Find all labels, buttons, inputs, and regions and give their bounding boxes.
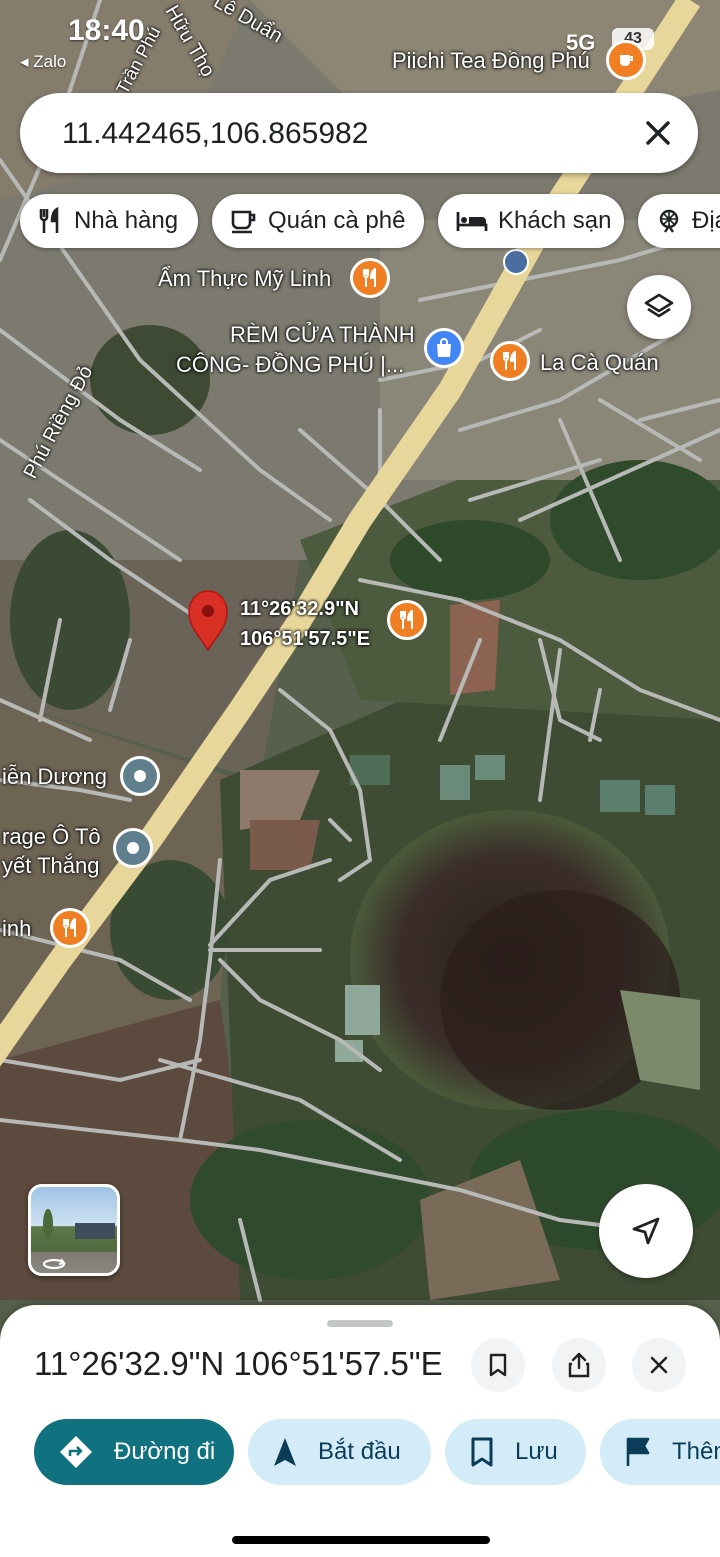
restaurant-icon: [39, 207, 59, 233]
cup-icon[interactable]: [606, 40, 646, 80]
chip-attractions[interactable]: Địa: [638, 194, 720, 248]
bookmark-icon: [471, 1437, 493, 1467]
status-time: 18:40: [68, 14, 145, 47]
search-input[interactable]: [60, 113, 624, 155]
pin-latitude-label: 11°26'32.9"N: [240, 598, 359, 620]
home-indicator: [232, 1536, 490, 1544]
poi-label-rem-cua-line2[interactable]: CÔNG- ĐỒNG PHÚ |...: [176, 352, 404, 378]
place-icon[interactable]: [120, 756, 160, 796]
start-button[interactable]: Bắt đầu: [248, 1419, 431, 1485]
poi-label-garage-line1[interactable]: rage Ô Tô: [2, 824, 101, 850]
save-button[interactable]: Lưu: [445, 1419, 586, 1485]
navigation-arrow-icon: [632, 1217, 660, 1245]
chip-label: Quán cà phê: [268, 207, 406, 234]
more-button[interactable]: Thêm: [600, 1419, 720, 1485]
rotate-360-icon: [42, 1258, 66, 1270]
place-icon[interactable]: [113, 828, 153, 868]
bookmark-icon: [489, 1353, 507, 1377]
shopping-bag-icon[interactable]: [424, 328, 464, 368]
poi-label-garage-line2[interactable]: yết Thắng: [2, 853, 99, 879]
chip-label: Địa: [692, 207, 720, 234]
attraction-icon: [659, 209, 679, 233]
poi-label-dien-duong[interactable]: iễn Dương: [2, 764, 107, 790]
save-icon-button[interactable]: [471, 1338, 525, 1392]
poi-label-la-ca-quan[interactable]: La Cà Quán: [540, 350, 659, 376]
action-label: Thêm: [672, 1438, 720, 1465]
layers-icon: [644, 293, 674, 318]
action-label: Bắt đầu: [318, 1438, 401, 1465]
chip-hotels[interactable]: Khách sạn: [438, 194, 624, 248]
poi-label-rem-cua-line1[interactable]: RÈM CỬA THÀNH: [230, 322, 415, 348]
restaurant-icon[interactable]: [387, 600, 427, 640]
share-button[interactable]: [552, 1338, 606, 1392]
directions-button[interactable]: Đường đi: [34, 1419, 234, 1485]
action-label: Đường đi: [114, 1438, 216, 1465]
hotel-icon: [456, 212, 488, 231]
close-icon[interactable]: [638, 113, 678, 153]
my-location-button[interactable]: [599, 1184, 693, 1278]
search-bar[interactable]: [20, 93, 698, 173]
coffee-icon: [231, 210, 256, 234]
place-details-sheet[interactable]: 11°26'32.9"N 106°51'57.5"E Đường đi Bắt …: [0, 1305, 720, 1557]
chip-cafes[interactable]: Quán cà phê: [212, 194, 424, 248]
chip-restaurants[interactable]: Nhà hàng: [20, 194, 198, 248]
chip-label: Nhà hàng: [74, 207, 179, 234]
poi-label-piichi-tea[interactable]: Piichi Tea Đồng Phú: [392, 48, 590, 74]
close-sheet-button[interactable]: [632, 1338, 686, 1392]
sheet-drag-handle[interactable]: [327, 1320, 393, 1327]
chip-label: Khách sạn: [498, 207, 612, 234]
restaurant-icon[interactable]: [50, 908, 90, 948]
navigation-arrow-icon: [274, 1438, 296, 1466]
action-label: Lưu: [515, 1438, 558, 1465]
flag-icon: [626, 1437, 650, 1466]
restaurant-icon[interactable]: [350, 258, 390, 298]
restaurant-icon[interactable]: [490, 341, 530, 381]
back-to-app-link[interactable]: ◂ Zalo: [20, 52, 66, 72]
poi-label-inh[interactable]: inh: [2, 916, 31, 942]
directions-icon: [60, 1436, 92, 1468]
place-title: 11°26'32.9"N 106°51'57.5"E: [34, 1345, 443, 1382]
close-icon: [650, 1356, 668, 1374]
poi-label-am-thuc-my-linh[interactable]: Ẩm Thực Mỹ Linh: [158, 266, 331, 292]
pin-longitude-label: 106°51'57.5"E: [240, 628, 371, 650]
street-view-thumbnail[interactable]: [28, 1184, 120, 1276]
share-icon: [568, 1352, 590, 1378]
layers-button[interactable]: [627, 275, 691, 339]
